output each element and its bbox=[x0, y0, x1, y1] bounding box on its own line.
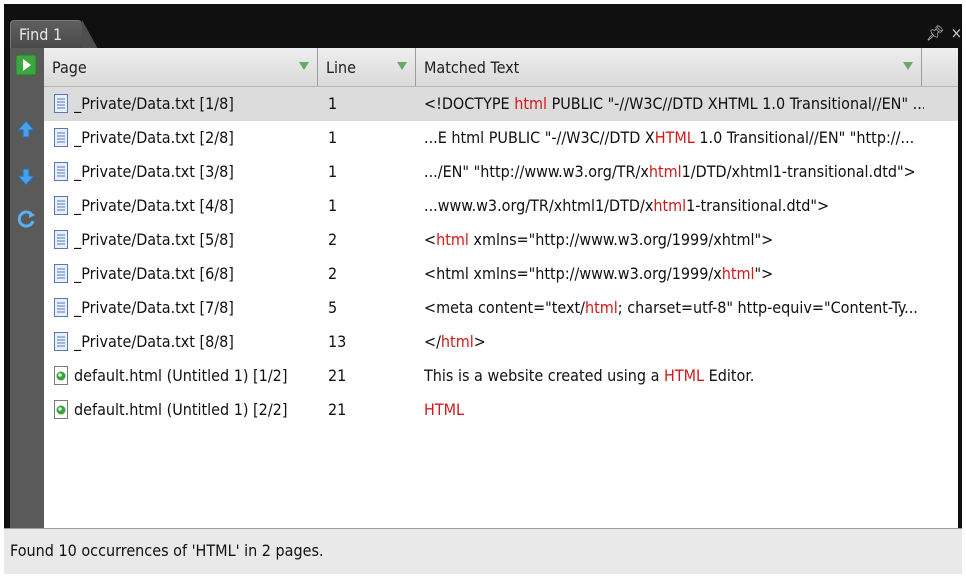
cell-page: _Private/Data.txt [8/8] bbox=[74, 332, 234, 351]
filter-icon[interactable] bbox=[903, 62, 913, 70]
html-file-icon bbox=[54, 400, 68, 419]
cell-page: _Private/Data.txt [2/8] bbox=[74, 128, 234, 147]
cell-page: _Private/Data.txt [4/8] bbox=[74, 196, 234, 215]
match-prefix: <html xmlns="http://www.w3.org/1999/x bbox=[424, 264, 722, 283]
text-file-icon bbox=[54, 298, 68, 317]
table-row[interactable]: _Private/Data.txt [1/8] 1 <!DOCTYPE html P… bbox=[44, 87, 958, 121]
cell-matched-text: </html> bbox=[424, 325, 924, 359]
cell-line: 1 bbox=[328, 162, 338, 181]
match-highlight: HTML bbox=[664, 366, 705, 385]
match-prefix: .../EN" "http://www.w3.org/TR/x bbox=[424, 162, 649, 181]
text-file-icon bbox=[54, 332, 68, 351]
left-toolbar bbox=[10, 48, 44, 528]
html-file-icon bbox=[54, 366, 68, 385]
table-row[interactable]: default.html (Untitled 1) [2/2] 21 HTML bbox=[44, 393, 958, 427]
cell-line: 5 bbox=[328, 298, 338, 317]
status-bar: Found 10 occurrences of 'HTML' in 2 page… bbox=[4, 528, 962, 574]
cell-line: 2 bbox=[328, 230, 338, 249]
table-row[interactable]: _Private/Data.txt [2/8] 1 ...E html PUBLIC… bbox=[44, 121, 958, 155]
cell-matched-text: .../EN" "http://www.w3.org/TR/xhtml1/DTD… bbox=[424, 155, 924, 189]
arrow-up-icon[interactable] bbox=[15, 118, 37, 140]
cell-line: 21 bbox=[328, 366, 347, 385]
filter-icon[interactable] bbox=[397, 62, 407, 70]
close-icon[interactable]: × bbox=[951, 24, 962, 42]
match-suffix: ; charset=utf-8" http-equiv="Content-Ty.… bbox=[617, 298, 918, 317]
cell-matched-text: This is a website created using a HTML E… bbox=[424, 359, 924, 393]
cell-line: 1 bbox=[328, 94, 338, 113]
tab-bar: Find 1 📌︎ × bbox=[4, 4, 962, 49]
match-suffix: 1-transitional.dtd"> bbox=[686, 196, 830, 215]
text-file-icon bbox=[54, 162, 68, 181]
cell-line: 1 bbox=[328, 196, 338, 215]
match-prefix: </ bbox=[424, 332, 441, 351]
text-file-icon bbox=[54, 94, 68, 113]
match-suffix: 1.0 Transitional//EN" "http://... bbox=[694, 128, 915, 147]
cell-page: default.html (Untitled 1) [1/2] bbox=[74, 366, 288, 385]
cell-line: 21 bbox=[328, 400, 347, 419]
table-row[interactable]: _Private/Data.txt [3/8] 1 .../EN" "http://… bbox=[44, 155, 958, 189]
cell-page: _Private/Data.txt [7/8] bbox=[74, 298, 234, 317]
column-header-page[interactable]: Page bbox=[44, 48, 318, 86]
cell-line: 2 bbox=[328, 264, 338, 283]
match-highlight: html bbox=[436, 230, 469, 249]
table-row[interactable]: _Private/Data.txt [7/8] 5 <meta content="t… bbox=[44, 291, 958, 325]
cell-page: default.html (Untitled 1) [2/2] bbox=[74, 400, 288, 419]
match-suffix: xmlns="http://www.w3.org/1999/xhtml"> bbox=[468, 230, 774, 249]
cell-matched-text: ...www.w3.org/TR/xhtml1/DTD/xhtml1-trans… bbox=[424, 189, 924, 223]
cell-matched-text: ...E html PUBLIC "-//W3C//DTD XHTML 1.0 … bbox=[424, 121, 924, 155]
match-suffix: Editor. bbox=[704, 366, 755, 385]
text-file-icon bbox=[54, 264, 68, 283]
column-header-matched-text[interactable]: Matched Text bbox=[416, 48, 922, 86]
text-file-icon bbox=[54, 196, 68, 215]
tab-find-1[interactable]: Find 1 bbox=[10, 20, 98, 49]
match-prefix: <meta content="text/ bbox=[424, 298, 585, 317]
match-prefix: This is a website created using a bbox=[424, 366, 665, 385]
table-row[interactable]: _Private/Data.txt [6/8] 2 <html xmlns="htt… bbox=[44, 257, 958, 291]
match-suffix: PUBLIC "-//W3C//DTD XHTML 1.0 Transition… bbox=[547, 94, 924, 113]
status-text: Found 10 occurrences of 'HTML' in 2 page… bbox=[10, 541, 324, 560]
cell-matched-text: HTML bbox=[424, 393, 924, 427]
cell-page: _Private/Data.txt [3/8] bbox=[74, 162, 234, 181]
table-row[interactable]: _Private/Data.txt [5/8] 2 <html xmlns="htt… bbox=[44, 223, 958, 257]
pin-icon[interactable]: 📌︎ bbox=[926, 24, 945, 42]
match-suffix: 1/DTD/xhtml1-transitional.dtd"> bbox=[681, 162, 916, 181]
cell-line: 1 bbox=[328, 128, 338, 147]
match-prefix: ...www.w3.org/TR/xhtml1/DTD/x bbox=[424, 196, 654, 215]
arrow-down-icon[interactable] bbox=[15, 166, 37, 188]
match-prefix: <!DOCTYPE bbox=[424, 94, 515, 113]
match-highlight: html bbox=[653, 196, 687, 215]
match-highlight: html bbox=[585, 298, 618, 317]
find-results-window: Find 1 📌︎ × Page Line Matched Text _Priv… bbox=[4, 4, 962, 574]
cell-matched-text: <html xmlns="http://www.w3.org/1999/xhtm… bbox=[424, 223, 924, 257]
match-highlight: html bbox=[648, 162, 682, 181]
match-highlight: HTML bbox=[654, 128, 695, 147]
cell-matched-text: <html xmlns="http://www.w3.org/1999/xhtm… bbox=[424, 257, 924, 291]
filter-icon[interactable] bbox=[299, 62, 309, 70]
text-file-icon bbox=[54, 128, 68, 147]
cell-page: _Private/Data.txt [1/8] bbox=[74, 94, 234, 113]
match-highlight: html bbox=[721, 264, 755, 283]
match-prefix: < bbox=[424, 230, 437, 249]
play-icon[interactable] bbox=[15, 54, 37, 76]
match-prefix: ...E html PUBLIC "-//W3C//DTD X bbox=[424, 128, 655, 147]
cell-page: _Private/Data.txt [5/8] bbox=[74, 230, 234, 249]
match-highlight: html bbox=[440, 332, 474, 351]
cell-matched-text: <!DOCTYPE html PUBLIC "-//W3C//DTD XHTML… bbox=[424, 87, 924, 121]
table-row[interactable]: _Private/Data.txt [4/8] 1 ...www.w3.org/TR… bbox=[44, 189, 958, 223]
results-panel: Page Line Matched Text _Private/Data.txt… bbox=[44, 48, 958, 528]
cell-line: 13 bbox=[328, 332, 347, 351]
column-header-line[interactable]: Line bbox=[318, 48, 416, 86]
cell-page: _Private/Data.txt [6/8] bbox=[74, 264, 234, 283]
match-highlight: HTML bbox=[424, 400, 465, 419]
table-row[interactable]: default.html (Untitled 1) [1/2] 21 This is… bbox=[44, 359, 958, 393]
match-highlight: html bbox=[514, 94, 548, 113]
match-suffix: "> bbox=[754, 264, 774, 283]
refresh-icon[interactable] bbox=[15, 208, 37, 230]
match-suffix: > bbox=[473, 332, 486, 351]
text-file-icon bbox=[54, 230, 68, 249]
window-controls: 📌︎ × bbox=[920, 24, 962, 42]
table-row[interactable]: _Private/Data.txt [8/8] 13 </html> bbox=[44, 325, 958, 359]
table-header: Page Line Matched Text bbox=[44, 48, 958, 87]
cell-matched-text: <meta content="text/html; charset=utf-8"… bbox=[424, 291, 924, 325]
